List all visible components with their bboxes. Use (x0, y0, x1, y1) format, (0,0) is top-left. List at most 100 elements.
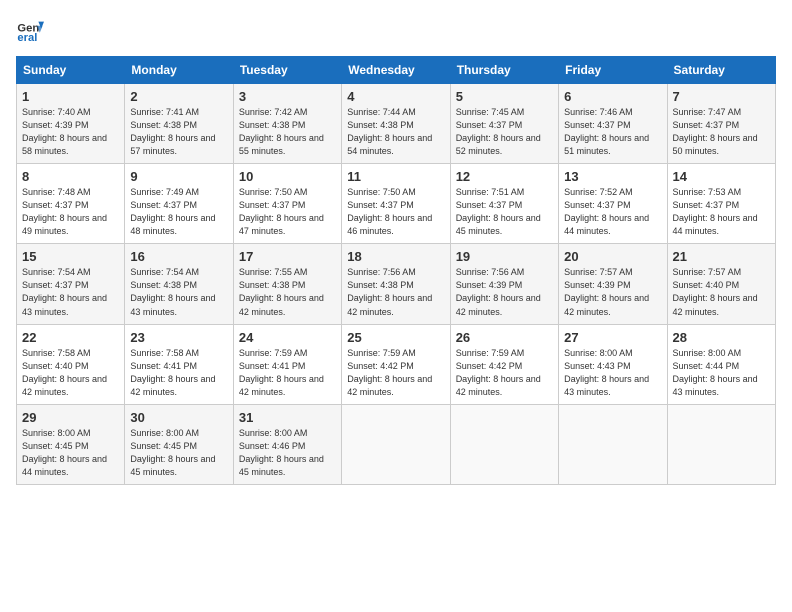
day-number: 9 (130, 169, 227, 184)
day-info: Sunrise: 7:51 AM Sunset: 4:37 PM Dayligh… (456, 186, 553, 238)
day-info: Sunrise: 7:53 AM Sunset: 4:37 PM Dayligh… (673, 186, 770, 238)
day-info: Sunrise: 7:58 AM Sunset: 4:41 PM Dayligh… (130, 347, 227, 399)
calendar-cell (559, 404, 667, 484)
day-info: Sunrise: 8:00 AM Sunset: 4:45 PM Dayligh… (22, 427, 119, 479)
calendar-week-row: 15 Sunrise: 7:54 AM Sunset: 4:37 PM Dayl… (17, 244, 776, 324)
day-info: Sunrise: 7:57 AM Sunset: 4:39 PM Dayligh… (564, 266, 661, 318)
day-number: 21 (673, 249, 770, 264)
day-info: Sunrise: 7:41 AM Sunset: 4:38 PM Dayligh… (130, 106, 227, 158)
day-number: 30 (130, 410, 227, 425)
day-number: 14 (673, 169, 770, 184)
calendar-cell: 16 Sunrise: 7:54 AM Sunset: 4:38 PM Dayl… (125, 244, 233, 324)
day-number: 19 (456, 249, 553, 264)
calendar-cell: 7 Sunrise: 7:47 AM Sunset: 4:37 PM Dayli… (667, 84, 775, 164)
day-number: 8 (22, 169, 119, 184)
day-number: 6 (564, 89, 661, 104)
page-header: Gen eral (16, 16, 776, 44)
calendar-cell: 13 Sunrise: 7:52 AM Sunset: 4:37 PM Dayl… (559, 164, 667, 244)
day-info: Sunrise: 7:56 AM Sunset: 4:38 PM Dayligh… (347, 266, 444, 318)
day-info: Sunrise: 7:49 AM Sunset: 4:37 PM Dayligh… (130, 186, 227, 238)
svg-text:eral: eral (17, 32, 37, 44)
calendar-cell: 14 Sunrise: 7:53 AM Sunset: 4:37 PM Dayl… (667, 164, 775, 244)
weekday-header-wednesday: Wednesday (342, 57, 450, 84)
day-info: Sunrise: 8:00 AM Sunset: 4:45 PM Dayligh… (130, 427, 227, 479)
day-info: Sunrise: 7:42 AM Sunset: 4:38 PM Dayligh… (239, 106, 336, 158)
calendar-week-row: 22 Sunrise: 7:58 AM Sunset: 4:40 PM Dayl… (17, 324, 776, 404)
day-info: Sunrise: 7:50 AM Sunset: 4:37 PM Dayligh… (239, 186, 336, 238)
calendar-cell: 12 Sunrise: 7:51 AM Sunset: 4:37 PM Dayl… (450, 164, 558, 244)
calendar-cell: 11 Sunrise: 7:50 AM Sunset: 4:37 PM Dayl… (342, 164, 450, 244)
day-info: Sunrise: 8:00 AM Sunset: 4:46 PM Dayligh… (239, 427, 336, 479)
day-number: 18 (347, 249, 444, 264)
calendar-table: SundayMondayTuesdayWednesdayThursdayFrid… (16, 56, 776, 485)
weekday-header-thursday: Thursday (450, 57, 558, 84)
calendar-cell: 8 Sunrise: 7:48 AM Sunset: 4:37 PM Dayli… (17, 164, 125, 244)
day-info: Sunrise: 7:59 AM Sunset: 4:42 PM Dayligh… (347, 347, 444, 399)
calendar-cell: 4 Sunrise: 7:44 AM Sunset: 4:38 PM Dayli… (342, 84, 450, 164)
day-info: Sunrise: 8:00 AM Sunset: 4:43 PM Dayligh… (564, 347, 661, 399)
calendar-cell (450, 404, 558, 484)
calendar-cell: 10 Sunrise: 7:50 AM Sunset: 4:37 PM Dayl… (233, 164, 341, 244)
calendar-week-row: 29 Sunrise: 8:00 AM Sunset: 4:45 PM Dayl… (17, 404, 776, 484)
day-number: 4 (347, 89, 444, 104)
day-info: Sunrise: 7:58 AM Sunset: 4:40 PM Dayligh… (22, 347, 119, 399)
day-number: 5 (456, 89, 553, 104)
calendar-cell: 6 Sunrise: 7:46 AM Sunset: 4:37 PM Dayli… (559, 84, 667, 164)
day-number: 26 (456, 330, 553, 345)
day-number: 15 (22, 249, 119, 264)
day-info: Sunrise: 7:46 AM Sunset: 4:37 PM Dayligh… (564, 106, 661, 158)
calendar-cell: 21 Sunrise: 7:57 AM Sunset: 4:40 PM Dayl… (667, 244, 775, 324)
day-number: 28 (673, 330, 770, 345)
calendar-cell: 26 Sunrise: 7:59 AM Sunset: 4:42 PM Dayl… (450, 324, 558, 404)
weekday-header-sunday: Sunday (17, 57, 125, 84)
day-info: Sunrise: 7:50 AM Sunset: 4:37 PM Dayligh… (347, 186, 444, 238)
calendar-week-row: 8 Sunrise: 7:48 AM Sunset: 4:37 PM Dayli… (17, 164, 776, 244)
day-info: Sunrise: 7:48 AM Sunset: 4:37 PM Dayligh… (22, 186, 119, 238)
day-info: Sunrise: 8:00 AM Sunset: 4:44 PM Dayligh… (673, 347, 770, 399)
day-info: Sunrise: 7:44 AM Sunset: 4:38 PM Dayligh… (347, 106, 444, 158)
day-number: 24 (239, 330, 336, 345)
day-info: Sunrise: 7:47 AM Sunset: 4:37 PM Dayligh… (673, 106, 770, 158)
day-info: Sunrise: 7:45 AM Sunset: 4:37 PM Dayligh… (456, 106, 553, 158)
calendar-cell: 28 Sunrise: 8:00 AM Sunset: 4:44 PM Dayl… (667, 324, 775, 404)
day-number: 20 (564, 249, 661, 264)
weekday-header-saturday: Saturday (667, 57, 775, 84)
day-number: 16 (130, 249, 227, 264)
calendar-cell (667, 404, 775, 484)
calendar-cell: 23 Sunrise: 7:58 AM Sunset: 4:41 PM Dayl… (125, 324, 233, 404)
calendar-cell: 15 Sunrise: 7:54 AM Sunset: 4:37 PM Dayl… (17, 244, 125, 324)
day-number: 11 (347, 169, 444, 184)
calendar-cell: 17 Sunrise: 7:55 AM Sunset: 4:38 PM Dayl… (233, 244, 341, 324)
calendar-cell: 29 Sunrise: 8:00 AM Sunset: 4:45 PM Dayl… (17, 404, 125, 484)
calendar-cell: 1 Sunrise: 7:40 AM Sunset: 4:39 PM Dayli… (17, 84, 125, 164)
day-info: Sunrise: 7:55 AM Sunset: 4:38 PM Dayligh… (239, 266, 336, 318)
day-number: 17 (239, 249, 336, 264)
calendar-cell: 2 Sunrise: 7:41 AM Sunset: 4:38 PM Dayli… (125, 84, 233, 164)
calendar-cell: 27 Sunrise: 8:00 AM Sunset: 4:43 PM Dayl… (559, 324, 667, 404)
calendar-week-row: 1 Sunrise: 7:40 AM Sunset: 4:39 PM Dayli… (17, 84, 776, 164)
day-info: Sunrise: 7:54 AM Sunset: 4:37 PM Dayligh… (22, 266, 119, 318)
day-info: Sunrise: 7:57 AM Sunset: 4:40 PM Dayligh… (673, 266, 770, 318)
day-number: 7 (673, 89, 770, 104)
calendar-cell: 5 Sunrise: 7:45 AM Sunset: 4:37 PM Dayli… (450, 84, 558, 164)
day-info: Sunrise: 7:59 AM Sunset: 4:41 PM Dayligh… (239, 347, 336, 399)
logo: Gen eral (16, 16, 48, 44)
day-number: 23 (130, 330, 227, 345)
calendar-cell (342, 404, 450, 484)
day-number: 22 (22, 330, 119, 345)
day-number: 3 (239, 89, 336, 104)
day-number: 1 (22, 89, 119, 104)
day-info: Sunrise: 7:52 AM Sunset: 4:37 PM Dayligh… (564, 186, 661, 238)
weekday-header-tuesday: Tuesday (233, 57, 341, 84)
day-number: 13 (564, 169, 661, 184)
day-number: 12 (456, 169, 553, 184)
day-number: 10 (239, 169, 336, 184)
day-number: 2 (130, 89, 227, 104)
calendar-header-row: SundayMondayTuesdayWednesdayThursdayFrid… (17, 57, 776, 84)
weekday-header-monday: Monday (125, 57, 233, 84)
day-number: 29 (22, 410, 119, 425)
calendar-cell: 18 Sunrise: 7:56 AM Sunset: 4:38 PM Dayl… (342, 244, 450, 324)
day-info: Sunrise: 7:40 AM Sunset: 4:39 PM Dayligh… (22, 106, 119, 158)
logo-icon: Gen eral (16, 16, 44, 44)
day-number: 27 (564, 330, 661, 345)
